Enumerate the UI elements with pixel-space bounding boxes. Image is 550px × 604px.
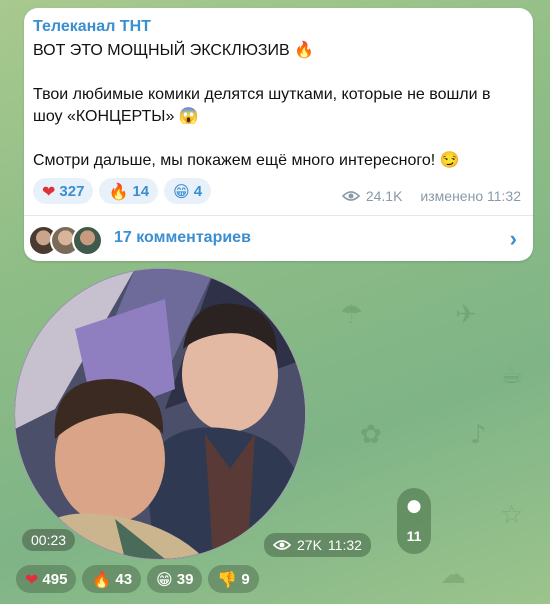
reaction-count: 327	[59, 182, 85, 200]
wallpaper-doodle: ☂	[340, 300, 364, 330]
post-text: ВОТ ЭТО МОЩНЫЙ ЭКСКЛЮЗИВ 🔥 Твои любимые …	[33, 40, 513, 194]
wallpaper-doodle: ☆	[500, 500, 524, 530]
video-frame	[15, 269, 305, 559]
commenter-avatars	[28, 225, 103, 256]
round-video-message[interactable]	[14, 268, 306, 560]
heart-icon: ❤	[42, 181, 56, 201]
comment-bubble-icon: ●	[406, 496, 422, 516]
reaction-count: 9	[241, 570, 250, 588]
reaction-count: 495	[42, 570, 68, 588]
video-reactions: ❤ 495 🔥 43 😁 39 👎 9	[16, 565, 259, 593]
wallpaper-doodle: ☁	[440, 560, 466, 590]
channel-post-bubble: Телеканал ТНТ ВОТ ЭТО МОЩНЫЙ ЭКСКЛЮЗИВ 🔥…	[24, 8, 533, 261]
video-meta-badge: 27K 11:32	[264, 533, 371, 557]
reaction-thumbs-down[interactable]: 👎 9	[208, 565, 259, 593]
video-duration-badge: 00:23	[22, 529, 76, 551]
wallpaper-doodle: ☕	[500, 360, 524, 390]
channel-name[interactable]: Телеканал ТНТ	[33, 18, 151, 36]
eye-icon	[341, 191, 360, 201]
grin-icon: 😁	[173, 181, 190, 201]
thumbs-down-icon: 👎	[217, 569, 238, 589]
video-comments-button[interactable]: ● 11	[397, 488, 431, 554]
chevron-right-icon[interactable]: ›	[510, 226, 517, 252]
avatar	[72, 225, 103, 256]
grin-icon: 😁	[156, 569, 173, 589]
wallpaper-doodle: ✿	[360, 420, 382, 450]
eye-icon	[273, 540, 291, 550]
view-count: 24.1K	[365, 188, 403, 204]
reaction-count: 43	[115, 570, 133, 588]
reaction-count: 39	[176, 570, 194, 588]
wallpaper-doodle: ✈	[455, 300, 477, 330]
reaction-heart[interactable]: ❤ 495	[16, 565, 77, 593]
comments-count-link[interactable]: 17 комментариев	[114, 229, 251, 247]
reaction-count: 14	[132, 182, 150, 200]
comments-bar[interactable]: 17 комментариев ›	[24, 216, 533, 261]
reaction-heart[interactable]: ❤ 327	[33, 178, 94, 204]
reaction-grin[interactable]: 😁 39	[147, 565, 203, 593]
post-line-1: ВОТ ЭТО МОЩНЫЙ ЭКСКЛЮЗИВ 🔥	[33, 42, 315, 59]
reaction-fire[interactable]: 🔥 43	[82, 565, 142, 593]
reaction-count: 4	[193, 182, 203, 200]
fire-icon: 🔥	[91, 569, 112, 589]
fire-icon: 🔥	[108, 181, 129, 201]
post-reactions: ❤ 327 🔥 14 😁 4	[33, 178, 212, 204]
post-line-2: Твои любимые комики делятся шутками, кот…	[33, 86, 491, 125]
edited-time: изменено 11:32	[420, 188, 521, 204]
post-line-3: Смотри дальше, мы покажем ещё много инте…	[33, 152, 460, 169]
wallpaper-doodle: ♪	[470, 420, 487, 450]
heart-icon: ❤	[25, 569, 39, 589]
reaction-fire[interactable]: 🔥 14	[99, 178, 159, 204]
video-view-count: 27K	[297, 537, 322, 553]
reaction-grin[interactable]: 😁 4	[164, 178, 212, 204]
video-time: 11:32	[327, 537, 362, 553]
video-comments-count: 11	[406, 528, 422, 544]
post-meta: 24.1K изменено 11:32	[341, 188, 521, 204]
